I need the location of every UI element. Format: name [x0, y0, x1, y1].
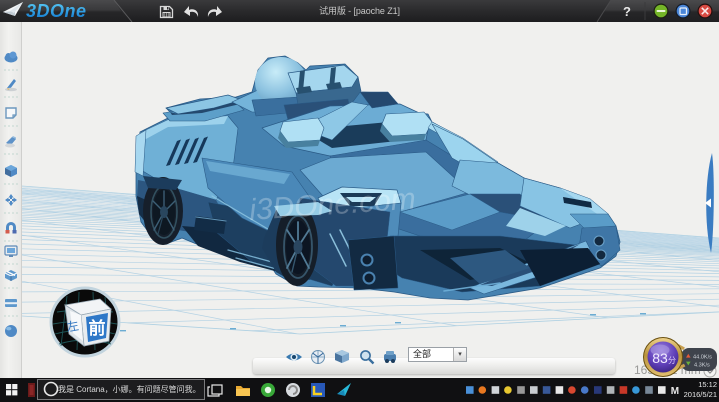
svg-text:左: 左: [65, 318, 79, 335]
svg-text:83: 83: [652, 350, 668, 366]
svg-text:44.0K/s: 44.0K/s: [693, 355, 712, 361]
svg-text:前: 前: [89, 318, 106, 338]
svg-text:4.3K/s: 4.3K/s: [694, 363, 710, 369]
svg-text:M: M: [671, 386, 679, 397]
svg-text:分: 分: [668, 356, 676, 365]
